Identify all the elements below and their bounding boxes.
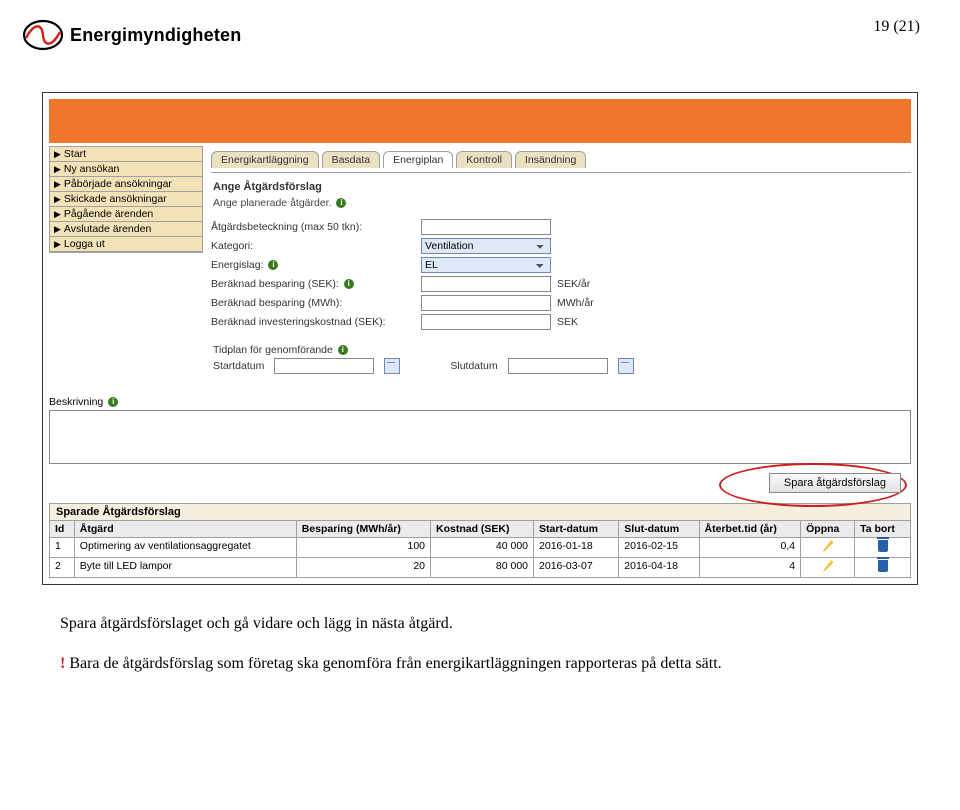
label-besparing-mwh: Beräknad besparing (MWh): bbox=[211, 297, 421, 309]
delete-icon[interactable] bbox=[878, 540, 888, 552]
info-icon[interactable]: i bbox=[336, 198, 346, 208]
col-atgard: Åtgärd bbox=[74, 521, 296, 538]
edit-icon[interactable] bbox=[822, 560, 834, 572]
col-kostnad: Kostnad (SEK) bbox=[431, 521, 534, 538]
tab-insandning[interactable]: Insändning bbox=[515, 151, 586, 168]
tab-basdata[interactable]: Basdata bbox=[322, 151, 381, 168]
col-oppna: Öppna bbox=[801, 521, 855, 538]
input-investering[interactable] bbox=[421, 314, 551, 330]
label-tidplan: Tidplan för genomförande bbox=[213, 344, 333, 356]
label-beteckning: Åtgärdsbeteckning (max 50 tkn): bbox=[211, 221, 421, 233]
input-besparing-mwh[interactable] bbox=[421, 295, 551, 311]
main-panel: Energikartläggning Basdata Energiplan Ko… bbox=[203, 146, 917, 380]
input-startdatum[interactable] bbox=[274, 358, 374, 374]
logo: Energimyndigheten bbox=[22, 18, 241, 52]
nav-label: Skickade ansökningar bbox=[64, 193, 167, 205]
col-aterbet: Återbet.tid (år) bbox=[699, 521, 801, 538]
table-row: 1 Optimering av ventilationsaggregatet 1… bbox=[50, 538, 911, 558]
nav-label: Pågående ärenden bbox=[64, 208, 153, 220]
delete-icon[interactable] bbox=[878, 560, 888, 572]
col-id: Id bbox=[50, 521, 75, 538]
sidebar: ▶Start ▶Ny ansökan ▶Påbörjade ansökninga… bbox=[49, 146, 203, 253]
section-title: Ange Åtgärdsförslag bbox=[213, 181, 911, 193]
tab-energikartlaggning[interactable]: Energikartläggning bbox=[211, 151, 319, 168]
nav-skickade[interactable]: ▶Skickade ansökningar bbox=[50, 192, 202, 207]
edit-icon[interactable] bbox=[822, 540, 834, 552]
calendar-icon[interactable] bbox=[618, 358, 634, 374]
label-investering: Beräknad investeringskostnad (SEK): bbox=[211, 316, 421, 328]
body-text: Spara åtgärdsförslaget och gå vidare och… bbox=[60, 613, 900, 676]
label-slutdatum: Slutdatum bbox=[450, 360, 497, 372]
nav-label: Start bbox=[64, 148, 86, 160]
tab-energiplan[interactable]: Energiplan bbox=[383, 151, 453, 168]
label-energislag: Energislag: i bbox=[211, 259, 421, 271]
nav-paborjade[interactable]: ▶Påbörjade ansökningar bbox=[50, 177, 202, 192]
paragraph-1: Spara åtgärdsförslaget och gå vidare och… bbox=[60, 613, 900, 635]
logo-icon bbox=[22, 18, 64, 52]
app-screenshot: ▶Start ▶Ny ansökan ▶Påbörjade ansökninga… bbox=[42, 92, 918, 585]
textarea-beskrivning[interactable] bbox=[49, 410, 911, 464]
table-row: 2 Byte till LED lampor 20 80 000 2016-03… bbox=[50, 558, 911, 578]
unit-sek-ar: SEK/år bbox=[557, 278, 590, 290]
app-banner bbox=[43, 93, 917, 143]
label-kategori: Kategori: bbox=[211, 240, 421, 252]
col-tabort: Ta bort bbox=[855, 521, 911, 538]
nav-pagande[interactable]: ▶Pågående ärenden bbox=[50, 207, 202, 222]
logo-text: Energimyndigheten bbox=[70, 25, 241, 46]
nav-avslutade[interactable]: ▶Avslutade ärenden bbox=[50, 222, 202, 237]
section-hint: Ange planerade åtgärder. i bbox=[213, 197, 911, 209]
tab-bar: Energikartläggning Basdata Energiplan Ko… bbox=[211, 150, 911, 167]
info-icon[interactable]: i bbox=[108, 397, 118, 407]
unit-mwh-ar: MWh/år bbox=[557, 297, 594, 309]
unit-sek: SEK bbox=[557, 316, 578, 328]
nav-logga-ut[interactable]: ▶Logga ut bbox=[50, 237, 202, 252]
input-slutdatum[interactable] bbox=[508, 358, 608, 374]
nav-start[interactable]: ▶Start bbox=[50, 147, 202, 162]
select-energislag[interactable]: EL bbox=[421, 257, 551, 273]
nav-label: Ny ansökan bbox=[64, 163, 119, 175]
info-icon[interactable]: i bbox=[268, 260, 278, 270]
label-besparing-sek: Beräknad besparing (SEK): i bbox=[211, 278, 421, 290]
save-button[interactable]: Spara åtgärdsförslag bbox=[769, 473, 901, 493]
input-beteckning[interactable] bbox=[421, 219, 551, 235]
input-besparing-sek[interactable] bbox=[421, 276, 551, 292]
label-startdatum: Startdatum bbox=[213, 360, 264, 372]
paragraph-2: ! Bara de åtgärdsförslag som företag ska… bbox=[60, 653, 900, 675]
nav-label: Påbörjade ansökningar bbox=[64, 178, 172, 190]
saved-table: Id Åtgärd Besparing (MWh/år) Kostnad (SE… bbox=[49, 520, 911, 578]
col-slut: Slut-datum bbox=[619, 521, 699, 538]
page-number: 19 (21) bbox=[873, 18, 920, 36]
col-start: Start-datum bbox=[534, 521, 619, 538]
calendar-icon[interactable] bbox=[384, 358, 400, 374]
label-beskrivning: Beskrivning i bbox=[49, 396, 911, 408]
col-besparing: Besparing (MWh/år) bbox=[296, 521, 430, 538]
tab-kontroll[interactable]: Kontroll bbox=[456, 151, 512, 168]
select-kategori[interactable]: Ventilation bbox=[421, 238, 551, 254]
nav-label: Logga ut bbox=[64, 238, 105, 250]
info-icon[interactable]: i bbox=[344, 279, 354, 289]
info-icon[interactable]: i bbox=[338, 345, 348, 355]
nav-label: Avslutade ärenden bbox=[64, 223, 151, 235]
nav-ny-ansokan[interactable]: ▶Ny ansökan bbox=[50, 162, 202, 177]
